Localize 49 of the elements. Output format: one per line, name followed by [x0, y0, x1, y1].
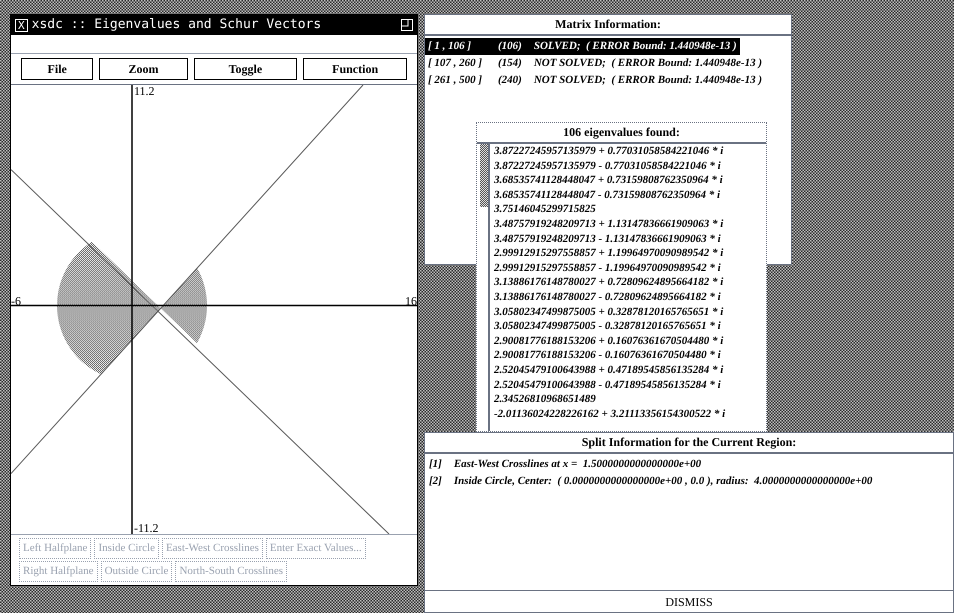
eigenvalue-item[interactable]: 2.90081776188153206 - 0.16076361670504480 * i — [494, 348, 726, 363]
eigenvalue-item[interactable]: -2.01136024228226162 + 3.21113356154300522 * i — [494, 406, 726, 422]
eigenvalue-item[interactable]: 2.90081776188153206 + 0.16076361670504480 * i — [494, 334, 726, 348]
window-title: xsdc :: Eigenvalues and Schur Vectors — [32, 16, 322, 34]
row-count: (154) — [498, 56, 522, 71]
scrollbar-track[interactable] — [480, 144, 490, 431]
eigenvalue-item[interactable]: 2.99912915297558857 - 1.19964970090989542 * i — [494, 260, 726, 276]
panel-title: 106 eigenvalues found: — [477, 123, 766, 144]
axis-label: -11.2 — [134, 522, 159, 534]
axis-label: 11.2 — [134, 85, 155, 97]
eigenvalue-item[interactable]: 3.05802347499875005 + 0.32878120165765651 * i — [494, 304, 726, 320]
menu-button[interactable]: Zoom — [99, 58, 188, 80]
window-menu-button[interactable]: X — [15, 18, 28, 32]
eigenvalue-item[interactable]: 3.87227245957135979 - 0.77031058584221046 * i — [494, 158, 726, 174]
split-text: Inside Circle, Center: ( 0.0000000000000000e+00 , 0.0 ), radius: 4.0000000000000000e+00 — [454, 474, 872, 489]
menu-button[interactable]: Toggle — [194, 58, 298, 80]
matrix-row[interactable]: [ 1 , 106 ] (106) SOLVED; ( ERROR Bound: 1.440948e-13 ) — [425, 38, 740, 55]
eigenvalue-item[interactable]: 2.52045479100643988 + 0.47189545856135284 * i — [494, 362, 726, 378]
row-status: NOT SOLVED; ( ERROR Bound: 1.440948e-13 ) — [534, 73, 762, 88]
axis-label: -6 — [11, 295, 21, 307]
eigenvalue-item[interactable]: 3.75146045299715825 — [494, 202, 726, 217]
maximize-icon[interactable] — [401, 19, 413, 31]
row-status: NOT SOLVED; ( ERROR Bound: 1.440948e-13 ) — [534, 56, 762, 71]
row-status: SOLVED; ( ERROR Bound: 1.440948e-13 ) — [534, 39, 737, 54]
menu-button[interactable]: Function — [303, 58, 407, 80]
row-range: [ 107 , 260 ] — [428, 56, 484, 71]
split-index: [1] — [429, 457, 442, 472]
axis-label: 16 — [405, 295, 417, 307]
split-index: [2] — [429, 474, 442, 489]
eigenvalue-item[interactable]: 3.48757919248209713 - 1.13147836661909063 * i — [494, 232, 726, 246]
eigenvalue-item[interactable]: 3.87227245957135979 + 0.77031058584221046 * i — [494, 144, 726, 159]
row-count: (240) — [498, 73, 522, 88]
menu-button[interactable]: File — [21, 58, 94, 80]
eigenvalue-item[interactable]: 3.13886176148780027 + 0.72809624895664182 * i — [494, 275, 726, 290]
eigenvalue-item[interactable]: 3.05802347499875005 - 0.32878120165765651 * i — [494, 319, 726, 334]
split-text: East-West Crosslines at x = 1.5000000000000000e+00 — [454, 457, 702, 472]
eigenvalue-item[interactable]: 2.52045479100643988 - 0.47189545856135284 * i — [494, 378, 726, 392]
eigenvalue-item[interactable]: 2.34526810968651489 — [494, 392, 726, 407]
scrollbar-thumb[interactable] — [480, 144, 488, 207]
panel-title: Split Information for the Current Region: — [425, 433, 953, 454]
eigenvalue-item[interactable]: 3.68535741128448047 - 0.73159808762350964 * i — [494, 188, 726, 202]
row-count: (106) — [498, 39, 522, 54]
row-range: [ 1 , 106 ] — [428, 39, 472, 54]
eigenvalue-item[interactable]: 3.68535741128448047 + 0.73159808762350964 * i — [494, 173, 726, 188]
eigenvalue-item[interactable]: 2.99912915297558857 + 1.19964970090989542 * i — [494, 246, 726, 261]
row-range: [ 261 , 500 ] — [428, 73, 484, 88]
eigenvalue-item[interactable]: 3.48757919248209713 + 1.13147836661909063 * i — [494, 216, 726, 232]
eigenvalue-item[interactable]: 3.13886176148780027 - 0.72809624895664182 * i — [494, 290, 726, 305]
panel-title: Matrix Information: — [425, 15, 791, 36]
